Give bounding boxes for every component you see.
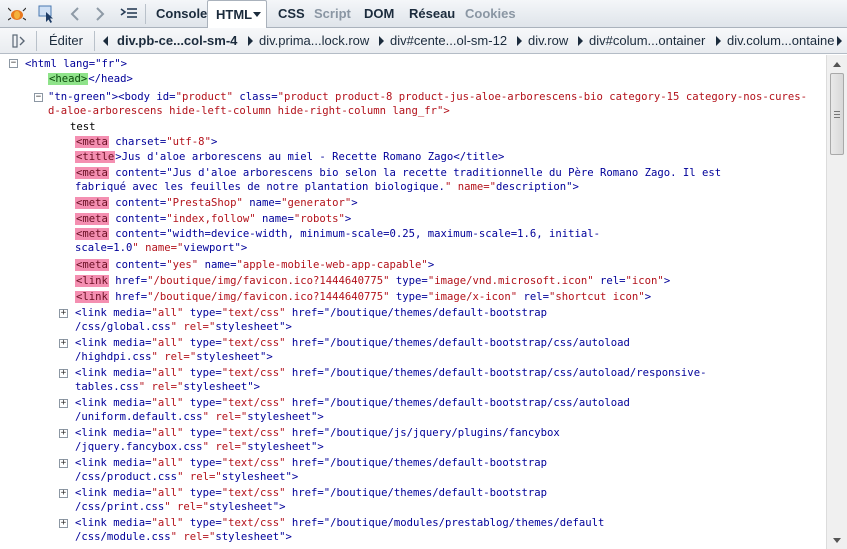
expand-toggle-icon[interactable]: + bbox=[59, 309, 68, 318]
crumb-arrow-icon bbox=[517, 36, 522, 46]
command-line-icon[interactable] bbox=[118, 3, 140, 25]
scroll-right-icon[interactable] bbox=[837, 36, 842, 46]
toolbar-separator bbox=[145, 4, 146, 24]
tree-node-line[interactable]: scale=1.0" name="viewport"> bbox=[75, 241, 247, 256]
tree-node-line[interactable]: <link href="/boutique/img/favicon.ico?14… bbox=[75, 290, 651, 305]
grip-line bbox=[834, 117, 840, 118]
tab-html-label: HTML bbox=[216, 7, 253, 22]
crumb-separator bbox=[94, 31, 95, 51]
html-tree-panel: − <html lang="fr"> <head></head> − "tn-g… bbox=[0, 55, 826, 549]
tree-node-html[interactable]: <html lang="fr"> bbox=[25, 57, 127, 72]
tree-node-line[interactable]: <meta content="yes" name="apple-mobile-w… bbox=[75, 258, 434, 273]
firebug-icon[interactable] bbox=[6, 3, 28, 25]
tab-reseau[interactable]: Réseau bbox=[401, 0, 463, 28]
expand-toggle-icon[interactable]: + bbox=[59, 339, 68, 348]
expand-toggle-icon[interactable]: + bbox=[59, 459, 68, 468]
tree-node-line[interactable]: <link media="all" type="text/css" href="… bbox=[75, 336, 630, 351]
tab-cookies[interactable]: Cookies bbox=[457, 0, 524, 28]
tree-node-line[interactable]: /uniform.default.css" rel="stylesheet"> bbox=[75, 410, 324, 425]
tree-node-line[interactable]: <meta content="PrestaShop" name="generat… bbox=[75, 196, 358, 211]
tree-node-line[interactable]: <link href="/boutique/img/favicon.ico?14… bbox=[75, 274, 670, 289]
tree-node-line[interactable]: /css/module.css" rel="stylesheet"> bbox=[75, 530, 292, 545]
back-icon[interactable] bbox=[64, 3, 86, 25]
firebug-toolbar: Console HTML CSS Script DOM Réseau Cooki… bbox=[0, 0, 847, 29]
crumb-item[interactable]: div#cente...ol-sm-12 bbox=[390, 28, 507, 54]
crumb-item[interactable]: div.colum...ontaine bbox=[727, 28, 837, 54]
tree-node-line[interactable]: <link media="all" type="text/css" href="… bbox=[75, 486, 547, 501]
expand-toggle-icon[interactable]: + bbox=[59, 429, 68, 438]
vertical-scrollbar[interactable] bbox=[826, 55, 847, 549]
tree-node-body-cont: d-aloe-arborescens hide-left-column hide… bbox=[48, 105, 450, 117]
grip-line bbox=[834, 114, 840, 115]
text-node: test bbox=[70, 121, 96, 133]
breadcrumb-bar: Éditer div.pb-ce...col-sm-4 div.prima...… bbox=[0, 28, 847, 54]
grip-line bbox=[834, 111, 840, 112]
tree-node-body[interactable]: "tn-green"><body id="product" class="pro… bbox=[48, 90, 807, 105]
detach-icon[interactable] bbox=[8, 30, 30, 52]
tree-node-line[interactable]: /css/product.css" rel="stylesheet"> bbox=[75, 470, 298, 485]
scroll-left-icon[interactable] bbox=[103, 36, 108, 46]
crumb-item[interactable]: div.pb-ce...col-sm-4 bbox=[117, 28, 237, 54]
tree-node-line[interactable]: <link media="all" type="text/css" href="… bbox=[75, 516, 604, 531]
tab-script[interactable]: Script bbox=[306, 0, 359, 28]
expand-toggle-icon[interactable]: + bbox=[59, 369, 68, 378]
tree-node-line[interactable]: fabriqué avec les feuilles de notre plan… bbox=[75, 180, 579, 195]
expand-toggle-icon[interactable]: + bbox=[59, 399, 68, 408]
tab-html[interactable]: HTML bbox=[207, 0, 267, 29]
crumb-separator bbox=[36, 31, 37, 51]
tree-node-line[interactable]: <meta content="index,follow" name="robot… bbox=[75, 212, 351, 227]
tab-console[interactable]: Console bbox=[148, 0, 215, 28]
tree-node-line[interactable]: tables.css" rel="stylesheet"> bbox=[75, 380, 260, 395]
tree-node-line[interactable]: <link media="all" type="text/css" href="… bbox=[75, 396, 630, 411]
crumb-item[interactable]: div#colum...ontainer bbox=[589, 28, 705, 54]
crumb-item[interactable]: div.row bbox=[528, 28, 568, 54]
scroll-down-icon[interactable] bbox=[830, 533, 844, 547]
tree-node-line[interactable]: /css/print.css" rel="stylesheet"> bbox=[75, 500, 286, 515]
tree-node-line[interactable]: <meta charset="utf-8"> bbox=[75, 135, 217, 150]
crumb-item[interactable]: div.prima...lock.row bbox=[259, 28, 369, 54]
edit-button[interactable]: Éditer bbox=[49, 28, 83, 54]
inspect-icon[interactable] bbox=[36, 3, 58, 25]
tree-node-line[interactable]: <meta content="Jus d'aloe arborescens bi… bbox=[75, 166, 721, 181]
crumb-arrow-icon bbox=[578, 36, 583, 46]
tree-node-line[interactable]: /highdpi.css" rel="stylesheet"> bbox=[75, 350, 273, 365]
tree-node-line[interactable]: <link media="all" type="text/css" href="… bbox=[75, 426, 560, 441]
tree-node-head[interactable]: <head></head> bbox=[48, 72, 133, 87]
tree-node-line[interactable]: /css/global.css" rel="stylesheet"> bbox=[75, 320, 292, 335]
tree-node-line[interactable]: <link media="all" type="text/css" href="… bbox=[75, 366, 706, 381]
tree-node-line[interactable]: <meta content="width=device-width, minim… bbox=[75, 227, 600, 242]
collapse-toggle-icon[interactable]: − bbox=[34, 93, 43, 102]
tree-node-line[interactable]: <link media="all" type="text/css" href="… bbox=[75, 306, 547, 321]
crumb-arrow-icon bbox=[716, 36, 721, 46]
expand-toggle-icon[interactable]: + bbox=[59, 519, 68, 528]
collapse-toggle-icon[interactable]: − bbox=[9, 59, 18, 68]
scroll-up-icon[interactable] bbox=[830, 57, 844, 71]
crumb-arrow-icon bbox=[248, 36, 253, 46]
tree-node-line[interactable]: <link media="all" type="text/css" href="… bbox=[75, 456, 547, 471]
crumb-arrow-icon bbox=[379, 36, 384, 46]
chevron-down-icon[interactable] bbox=[253, 12, 261, 18]
tree-node-line[interactable]: /jquery.fancybox.css" rel="stylesheet"> bbox=[75, 440, 324, 455]
expand-toggle-icon[interactable]: + bbox=[59, 489, 68, 498]
tree-node-line[interactable]: <title>Jus d'aloe arborescens au miel - … bbox=[75, 150, 504, 165]
forward-icon[interactable] bbox=[89, 3, 111, 25]
scrollbar-thumb[interactable] bbox=[830, 73, 844, 155]
tab-dom[interactable]: DOM bbox=[356, 0, 402, 28]
